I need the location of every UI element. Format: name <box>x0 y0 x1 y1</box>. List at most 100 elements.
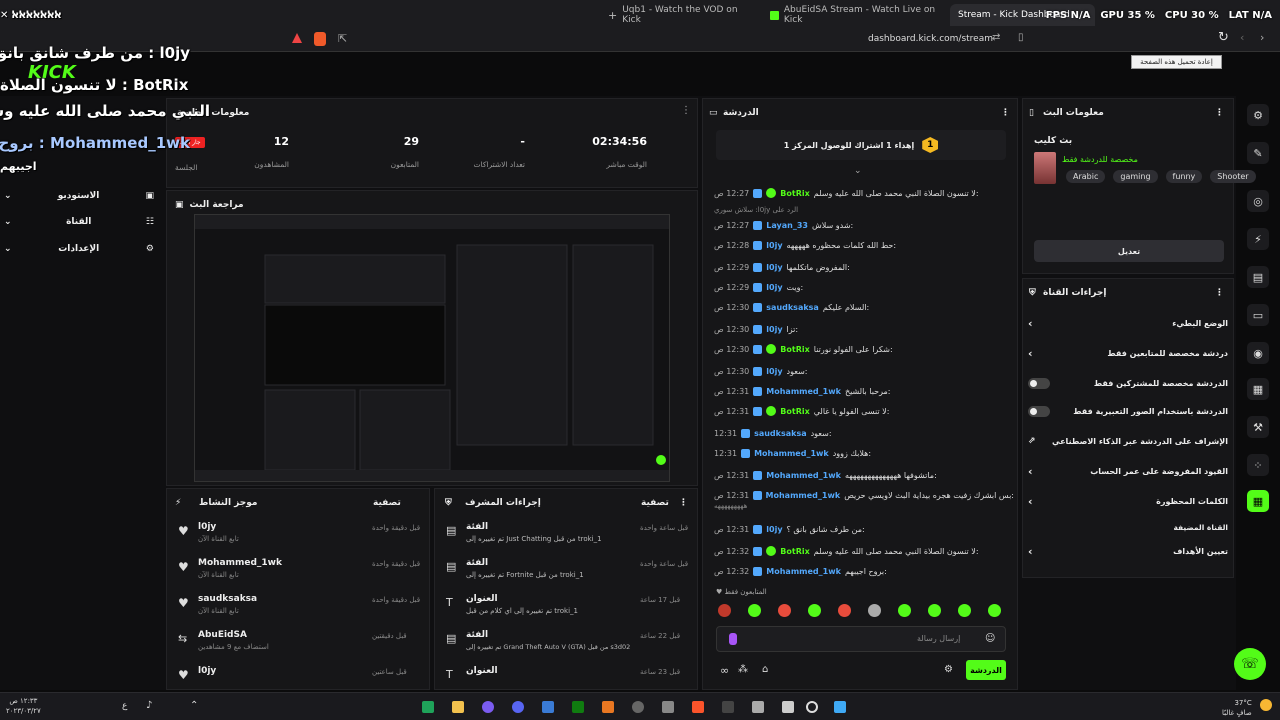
chat-username[interactable]: BotRix <box>780 345 809 354</box>
category-link[interactable]: مخصصة للدردشة فقط <box>1062 155 1138 164</box>
chat-message[interactable]: :بروح اجيبهم Mohammed_1wk 12:32 ص <box>714 562 1014 580</box>
chat-message[interactable]: :هلابك زوود Mohammed_1wk 12:31 <box>714 444 1014 462</box>
search-icon[interactable] <box>806 701 818 713</box>
chat-message[interactable]: :ماتشوفها ههههههههههههههه Mohammed_1wk 12:… <box>714 466 1014 484</box>
edit-stream-button[interactable]: تعديل <box>1034 240 1224 262</box>
taskbar-app-icon[interactable] <box>722 701 734 713</box>
taskbar-clock[interactable]: ١٢:٣٣ ص ٢٠٢٣/٠٣/٢٧ <box>6 696 41 716</box>
sidebar-target-icon[interactable]: ◎ <box>1247 190 1269 212</box>
tray-chevron-icon[interactable]: ⌃ <box>190 700 198 711</box>
store-icon[interactable] <box>542 701 554 713</box>
tune-icon[interactable]: ⇄ <box>992 32 1000 43</box>
browser-tab-2[interactable]: AbuEidSA Stream - Watch Live on Kick <box>762 4 962 26</box>
chat-message[interactable]: هههههههههه <box>714 500 1014 512</box>
store-icon[interactable]: ⌂ <box>762 664 768 675</box>
sidebar-active-icon[interactable]: ▦ <box>1247 490 1269 512</box>
toggle-switch[interactable] <box>1028 377 1050 389</box>
more-menu-icon[interactable]: ⋮ <box>1215 288 1224 298</box>
nav-studio[interactable]: ⌄ الاستوديو ▣ <box>4 186 154 206</box>
chat-message[interactable]: الرد على l0jy: سلاش سوري <box>714 204 1014 216</box>
chat-input[interactable]: ☺ إرسال رسالة <box>716 626 1006 652</box>
emote-icon[interactable] <box>958 604 971 617</box>
chat-username[interactable]: Mohammed_1wk <box>766 471 841 480</box>
task-view-icon[interactable] <box>752 701 764 713</box>
share-icon[interactable]: ⇱ <box>338 32 347 45</box>
pinned-gift-banner[interactable]: إهداء 1 اشتراك للوصول المركز 1 1 <box>716 130 1006 160</box>
emote-icon[interactable] <box>748 604 761 617</box>
filter-button[interactable]: تصفية <box>641 498 669 508</box>
chat-username[interactable]: Mohammed_1wk <box>754 449 829 458</box>
forward-icon[interactable]: › <box>1260 31 1264 44</box>
weather-widget[interactable]: 37°C صافٍ غالبًا <box>1222 698 1252 718</box>
more-menu-icon[interactable]: ⋮ <box>1215 108 1224 118</box>
chat-message[interactable]: :من طرف شانق بانق ؟ l0jy 12:31 ص <box>714 520 1014 538</box>
chat-username[interactable]: l0jy <box>766 263 782 272</box>
send-chat-button[interactable]: الدردشة <box>966 660 1006 680</box>
sidebar-document-icon[interactable]: ▤ <box>1247 266 1269 288</box>
chat-username[interactable]: l0jy <box>766 367 782 376</box>
channel-action-row[interactable]: الدردشة مخصصة للمشتركين فقط <box>1028 372 1228 394</box>
expand-chevron-icon[interactable]: ⌄ <box>854 166 862 176</box>
obs-icon[interactable] <box>632 701 644 713</box>
channel-action-row[interactable]: الكلمات المحظورة › <box>1028 490 1228 512</box>
chat-settings-gear-icon[interactable]: ⚙ <box>944 664 953 675</box>
chat-username[interactable]: l0jy <box>766 283 782 292</box>
infinity-icon[interactable]: ∞ <box>720 664 729 677</box>
nav-settings[interactable]: ⌄ الإعدادات ⚙ <box>4 239 154 259</box>
channel-action-row[interactable]: دردشة مخصصة للمتابعين فقط › <box>1028 342 1228 364</box>
chat-message[interactable]: :تزا l0jy 12:30 ص <box>714 320 1014 338</box>
filter-button[interactable]: تصفية <box>373 498 401 508</box>
sidebar-bolt-icon[interactable]: ⚡ <box>1247 228 1269 250</box>
chat-username[interactable]: saudksaksa <box>754 429 807 438</box>
share-people-icon[interactable]: ⁂ <box>738 664 748 675</box>
back-icon[interactable]: ‹ <box>1240 31 1244 44</box>
windows-start-icon[interactable] <box>834 701 846 713</box>
chat-message[interactable]: :لا تنسى الفولو يا غالي BotRix 12:31 ص <box>714 402 1014 420</box>
emote-icon[interactable] <box>778 604 791 617</box>
chat-message[interactable]: :شكرا على الفولو نورتنا BotRix 12:30 ص <box>714 340 1014 358</box>
input-language[interactable]: ع <box>122 701 127 711</box>
chat-username[interactable]: BotRix <box>780 189 809 198</box>
discord-icon[interactable] <box>512 701 524 713</box>
more-menu-icon[interactable]: ⋮ <box>681 105 691 116</box>
chat-username[interactable]: Mohammed_1wk <box>766 567 841 576</box>
chat-message[interactable]: :السلام عليكم saudksaksa 12:30 ص <box>714 298 1014 316</box>
sidebar-chat-icon[interactable]: ▭ <box>1247 304 1269 326</box>
chat-message[interactable]: :ويت l0jy 12:29 ص <box>714 278 1014 296</box>
chat-message[interactable]: :لا تنسون الصلاة النبي محمد صلى الله علي… <box>714 542 1014 560</box>
widgets-icon[interactable] <box>782 701 794 713</box>
channel-action-row[interactable]: الوضع البطيء › <box>1028 312 1228 334</box>
emote-icon[interactable] <box>988 604 1001 617</box>
emote-icon[interactable] <box>808 604 821 617</box>
tab-add-icon[interactable]: + <box>608 9 617 22</box>
emote-icon[interactable] <box>868 604 881 617</box>
chat-message[interactable]: :سعود saudksaksa 12:31 <box>714 424 1014 442</box>
mic-icon[interactable]: ♪ <box>146 700 152 711</box>
taskbar-app-icon[interactable] <box>662 701 674 713</box>
bookmark-icon[interactable]: ▯ <box>1018 32 1024 43</box>
toggle-switch[interactable] <box>1028 405 1050 417</box>
chat-username[interactable]: Layan_33 <box>766 221 808 230</box>
chat-message[interactable]: :المفروض ماتكلمها l0jy 12:29 ص <box>714 258 1014 276</box>
chat-username[interactable]: Mohammed_1wk <box>766 387 841 396</box>
taskbar-app-icon[interactable] <box>602 701 614 713</box>
support-chat-icon[interactable]: ☏ <box>1234 648 1266 680</box>
chat-message[interactable]: :شدو سلاش Layan_33 12:27 ص <box>714 216 1014 234</box>
brave-icon[interactable] <box>692 701 704 713</box>
more-menu-icon[interactable]: ⋮ <box>1001 108 1010 118</box>
chat-message[interactable]: :سعود l0jy 12:30 ص <box>714 362 1014 380</box>
reload-icon[interactable]: ↻ <box>1218 30 1229 45</box>
browser-tab-1[interactable]: + Uqb1 - Watch the VOD on Kick <box>600 4 760 26</box>
emote-icon[interactable] <box>838 604 851 617</box>
more-menu-icon[interactable]: ⋮ <box>679 498 688 508</box>
sidebar-broadcast-icon[interactable]: ◉ <box>1247 342 1269 364</box>
chat-username[interactable]: BotRix <box>780 407 809 416</box>
sidebar-layout-icon[interactable]: ▦ <box>1247 378 1269 400</box>
chat-message[interactable]: :مرحبا بالشيخ Mohammed_1wk 12:31 ص <box>714 382 1014 400</box>
channel-action-row[interactable]: الدردشة باستخدام الصور التعبيرية فقط <box>1028 400 1228 422</box>
chat-username[interactable]: l0jy <box>766 325 782 334</box>
file-explorer-icon[interactable] <box>452 701 464 713</box>
sidebar-gear-icon[interactable]: ⚙ <box>1247 104 1269 126</box>
chat-username[interactable]: l0jy <box>766 241 782 250</box>
sidebar-apps-icon[interactable]: ⁘ <box>1247 454 1269 476</box>
